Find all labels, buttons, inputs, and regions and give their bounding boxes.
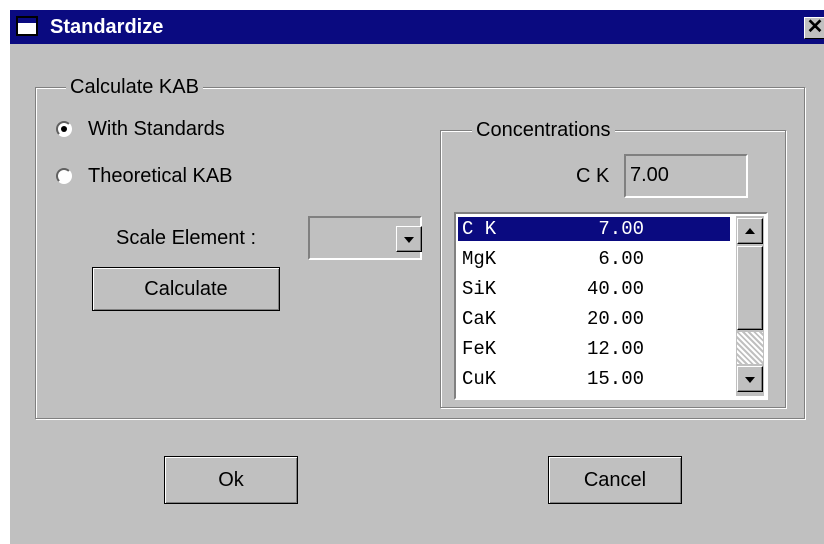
scale-element-dropdown-button[interactable] xyxy=(396,226,422,252)
calculate-button[interactable]: Calculate xyxy=(92,267,280,311)
standardize-dialog: Standardize ✕ Calculate KAB With Standar… xyxy=(10,10,824,544)
list-item[interactable]: C K 7.00 xyxy=(458,217,730,241)
list-item-value: 40.00 xyxy=(586,278,644,300)
list-item[interactable]: FeK 12.00 xyxy=(458,337,730,361)
scroll-track[interactable] xyxy=(737,332,763,364)
concentrations-list[interactable]: C K 7.00 MgK 6.00 SiK 40.00 CaK 20.00 FeK 12.00 Cu… xyxy=(454,212,768,400)
scale-element-select[interactable] xyxy=(308,216,422,260)
concentration-element-label: C K xyxy=(576,165,610,187)
close-icon: ✕ xyxy=(806,16,824,38)
radio-with-standards-label: With Standards xyxy=(88,118,225,140)
close-button[interactable]: ✕ xyxy=(804,17,824,39)
radio-with-standards-circle[interactable] xyxy=(56,121,72,137)
list-item-element: CuK xyxy=(462,368,497,390)
list-item-value: 20.00 xyxy=(586,308,644,330)
list-item-value: 15.00 xyxy=(586,368,644,390)
concentration-value-field[interactable]: 7.00 xyxy=(624,154,748,198)
radio-theoretical-kab-circle[interactable] xyxy=(56,168,72,184)
calculate-kab-legend: Calculate KAB xyxy=(66,75,203,99)
scroll-up-button[interactable] xyxy=(737,218,763,244)
list-item-element: SiK xyxy=(462,278,497,300)
list-item[interactable]: SiK 40.00 xyxy=(458,277,730,301)
cancel-button[interactable]: Cancel xyxy=(548,456,682,504)
window-title: Standardize xyxy=(50,16,164,38)
radio-theoretical-kab-label: Theoretical KAB xyxy=(88,165,233,187)
concentrations-list-items: C K 7.00 MgK 6.00 SiK 40.00 CaK 20.00 FeK 12.00 Cu… xyxy=(458,217,730,395)
concentration-value: 7.00 xyxy=(630,164,669,186)
scale-element-label: Scale Element : xyxy=(116,227,257,249)
radio-with-standards[interactable]: With Standards xyxy=(54,117,294,141)
chevron-down-icon xyxy=(404,237,414,243)
list-item[interactable]: CuK 15.00 xyxy=(458,367,730,391)
list-scrollbar[interactable] xyxy=(736,216,764,396)
scroll-thumb[interactable] xyxy=(737,246,763,330)
list-item-element: C K xyxy=(462,218,497,240)
concentrations-legend: Concentrations xyxy=(472,118,615,142)
list-item[interactable]: MgK 6.00 xyxy=(458,247,730,271)
list-item-element: MgK xyxy=(462,248,497,270)
list-item-value: 7.00 xyxy=(598,218,644,240)
window-icon xyxy=(16,16,38,36)
radio-theoretical-kab[interactable]: Theoretical KAB xyxy=(54,164,294,188)
list-item-element: FeK xyxy=(462,338,497,360)
ok-button[interactable]: Ok xyxy=(164,456,298,504)
scroll-down-button[interactable] xyxy=(737,366,763,392)
list-item-value: 12.00 xyxy=(586,338,644,360)
list-item-value: 6.00 xyxy=(598,248,644,270)
arrow-down-icon xyxy=(745,377,755,383)
radio-selected-dot xyxy=(61,126,67,132)
list-item-element: CaK xyxy=(462,308,497,330)
arrow-up-icon xyxy=(745,228,755,234)
title-bar[interactable]: Standardize xyxy=(10,10,824,44)
list-item[interactable]: CaK 20.00 xyxy=(458,307,730,331)
